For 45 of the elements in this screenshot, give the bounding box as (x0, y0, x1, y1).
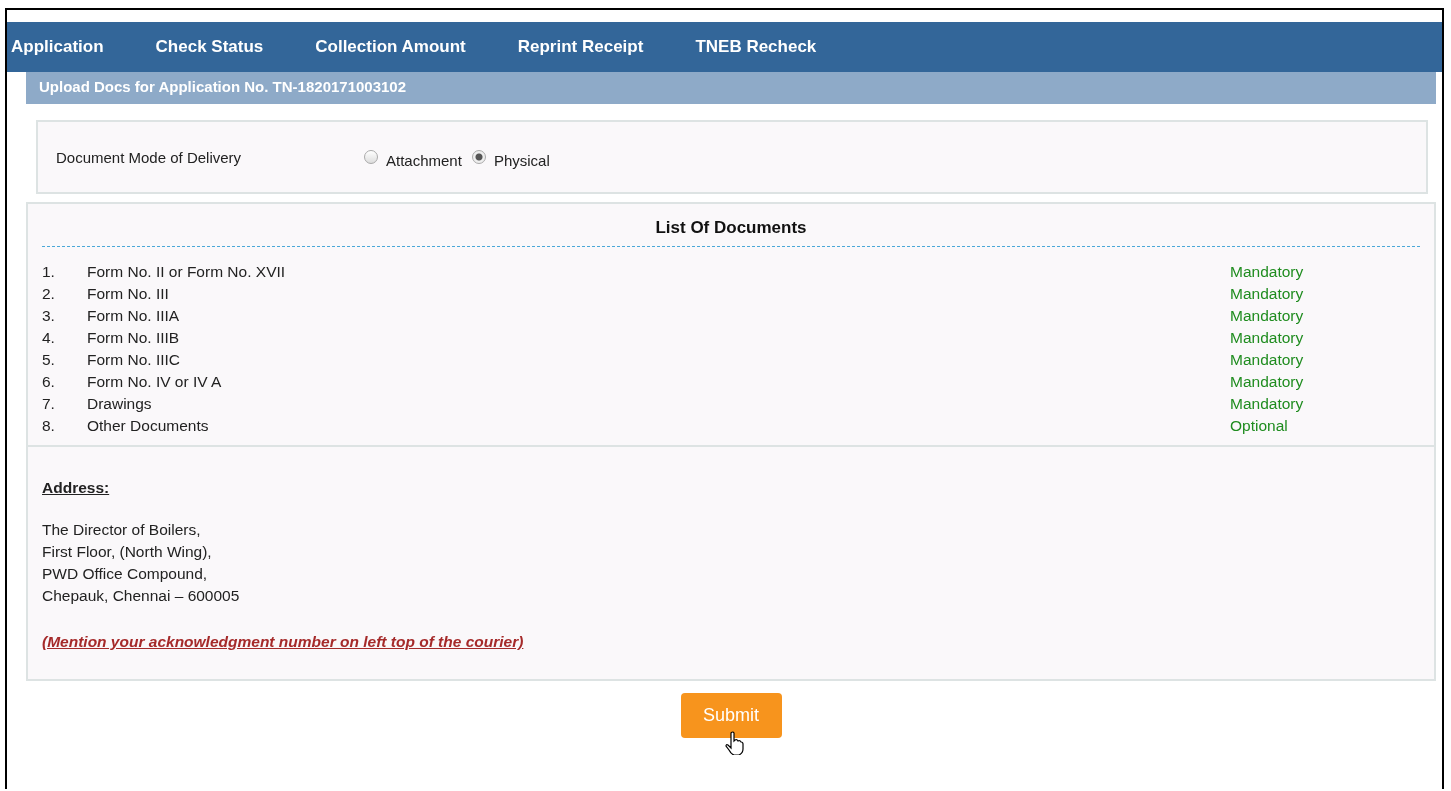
requirement-label: Mandatory (1230, 350, 1305, 370)
address-line: The Director of Boilers, (42, 520, 202, 540)
document-name: Form No. IIIB (87, 328, 181, 348)
radio-label: Physical (493, 151, 550, 169)
document-name: Other Documents (87, 416, 210, 436)
document-name: Form No. II or Form No. XVII (87, 262, 287, 282)
requirement-label: Mandatory (1230, 306, 1305, 326)
item-number: 7. (42, 394, 56, 414)
field-label: Document Mode of Delivery (56, 148, 243, 166)
nav-link[interactable]: Application (11, 37, 104, 57)
requirement-label: Mandatory (1230, 394, 1305, 414)
document-name: Form No. IV or IV A (87, 372, 223, 392)
address-line: Chepauk, Chennai – 600005 (42, 586, 241, 606)
item-number: 2. (42, 284, 56, 304)
item-number: 3. (42, 306, 56, 326)
address-heading: Address: (42, 479, 111, 497)
item-number: 4. (42, 328, 56, 348)
requirement-label: Mandatory (1230, 328, 1305, 348)
section-header: Upload Docs for Application No. TN-1820171003102 (26, 72, 1436, 104)
nav-link[interactable]: TNEB Recheck (695, 37, 817, 57)
item-number: 5. (42, 350, 56, 370)
nav-link[interactable]: Reprint Receipt (517, 37, 644, 57)
requirement-label: Mandatory (1230, 372, 1305, 392)
pointer-hand-icon (724, 731, 745, 755)
requirement-label: Mandatory (1230, 262, 1305, 282)
radio-button[interactable] (471, 150, 486, 164)
item-number: 1. (42, 262, 56, 282)
radio-option[interactable]: Physical (471, 151, 550, 169)
nav-link[interactable]: Collection Amount (315, 37, 466, 57)
radio-button[interactable] (364, 150, 378, 164)
radio-option[interactable]: Attachment (364, 151, 462, 169)
item-number: 6. (42, 372, 56, 392)
document-name: Form No. IIIA (87, 306, 181, 326)
requirement-label: Mandatory (1230, 284, 1305, 304)
document-name: Form No. III (87, 284, 170, 304)
document-name: Form No. IIIC (87, 350, 181, 370)
address-line: PWD Office Compound, (42, 564, 209, 584)
address-line: First Floor, (North Wing), (42, 542, 213, 562)
radio-label: Attachment (386, 151, 462, 169)
instruction-note: (Mention your acknowledgment number on left top of the courier) (42, 633, 525, 651)
requirement-label: Optional (1230, 416, 1289, 436)
section-title: List Of Documents (42, 218, 1420, 247)
item-number: 8. (42, 416, 56, 436)
document-name: Drawings (87, 394, 153, 414)
nav-link[interactable]: Check Status (155, 37, 264, 57)
